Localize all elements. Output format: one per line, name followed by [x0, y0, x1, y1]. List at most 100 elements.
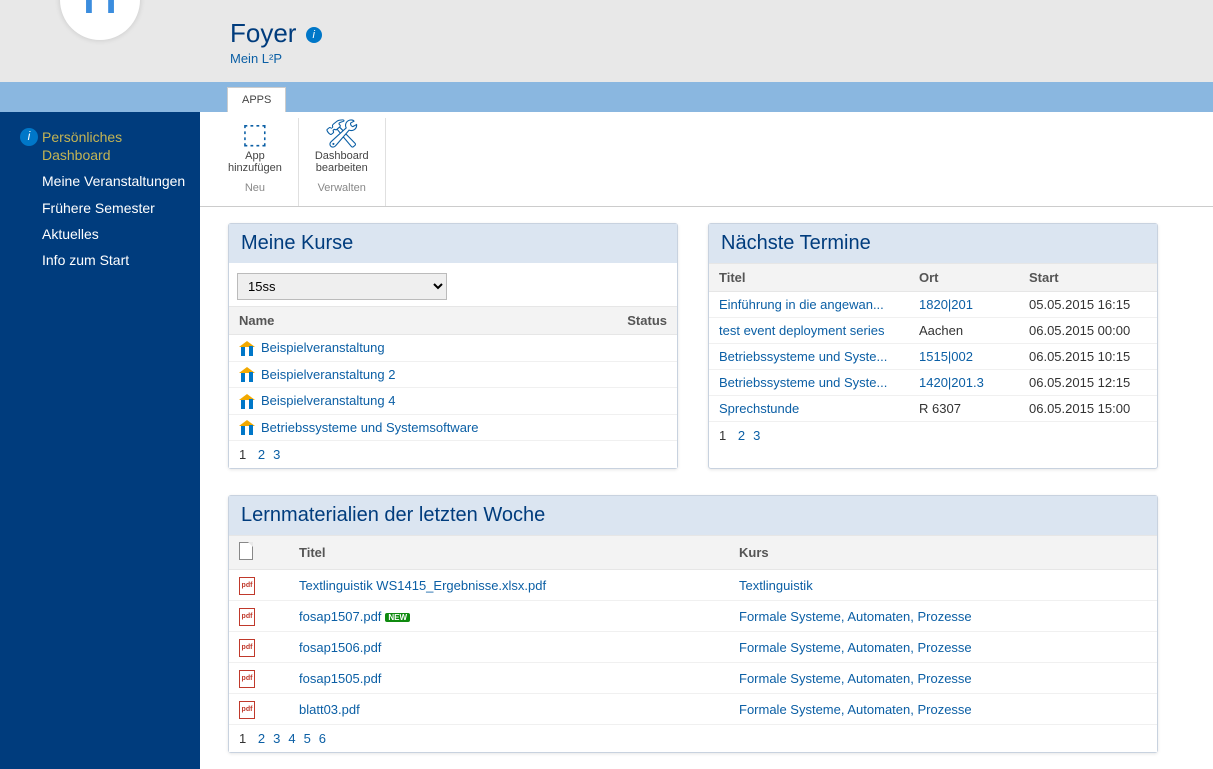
- sidebar: i Persönliches Dashboard Meine Veranstal…: [0, 112, 200, 769]
- termin-link[interactable]: Betriebssysteme und Syste...: [719, 375, 887, 390]
- table-row: SprechstundeR 630706.05.2015 15:00: [709, 396, 1157, 422]
- widget-termine: Nächste Termine Titel Ort Start Einführu…: [708, 223, 1158, 469]
- page-title-text: Foyer: [230, 18, 296, 48]
- pager-link[interactable]: 5: [304, 731, 311, 746]
- pager-link[interactable]: 3: [273, 447, 280, 462]
- course-icon: [239, 421, 255, 435]
- sidebar-item-dashboard[interactable]: i Persönliches Dashboard: [0, 124, 200, 168]
- table-row: fosap1507.pdfNEWFormale Systeme, Automat…: [229, 601, 1157, 632]
- kurs-link[interactable]: Formale Systeme, Automaten, Prozesse: [739, 702, 972, 717]
- kurs-link[interactable]: Formale Systeme, Automaten, Prozesse: [739, 671, 972, 686]
- kurse-pager: 1 23: [229, 441, 677, 468]
- pdf-icon: [239, 608, 255, 626]
- ribbon-label: bearbeiten: [316, 162, 368, 174]
- start-text: 06.05.2015 10:15: [1019, 344, 1157, 370]
- page-subtitle: Mein L²P: [230, 51, 1213, 66]
- pager-link[interactable]: 4: [288, 731, 295, 746]
- pager-link[interactable]: 6: [319, 731, 326, 746]
- pager-link[interactable]: 3: [273, 731, 280, 746]
- widget-meine-kurse: Meine Kurse 15ss Name Status: [228, 223, 678, 469]
- course-link[interactable]: Beispielveranstaltung 4: [261, 393, 395, 408]
- material-link[interactable]: fosap1506.pdf: [299, 640, 381, 655]
- pdf-icon: [239, 670, 255, 688]
- course-link[interactable]: Beispielveranstaltung 2: [261, 367, 395, 382]
- lern-table: Titel Kurs Textlinguistik WS1415_Ergebni…: [229, 535, 1157, 725]
- course-icon: [239, 395, 255, 409]
- course-link[interactable]: Betriebssysteme und Systemsoftware: [261, 420, 478, 435]
- top-nav-bar: APPS: [0, 82, 1213, 112]
- material-link[interactable]: fosap1507.pdf: [299, 609, 381, 624]
- pager-link[interactable]: 2: [258, 447, 265, 462]
- pager-current: 1: [719, 428, 726, 443]
- table-row: fosap1506.pdf Formale Systeme, Automaten,…: [229, 632, 1157, 663]
- table-row: Einführung in die angewan... 1820|201 05.0…: [709, 292, 1157, 318]
- lern-pager: 1 23456: [229, 725, 1157, 752]
- pager-link[interactable]: 3: [753, 428, 760, 443]
- kurs-link[interactable]: Textlinguistik: [739, 578, 813, 593]
- start-text: 05.05.2015 16:15: [1019, 292, 1157, 318]
- document-icon: [239, 542, 253, 560]
- table-row: Beispielveranstaltung: [229, 335, 677, 362]
- col-start: Start: [1019, 264, 1157, 292]
- course-icon: [239, 342, 255, 356]
- ort-text: Aachen: [919, 323, 963, 338]
- add-app-button[interactable]: ⬚ App hinzufügen: [224, 118, 286, 176]
- table-row: Betriebssysteme und Syste... 1515|002 06.0…: [709, 344, 1157, 370]
- sidebar-item-label: Persönliches Dashboard: [42, 128, 190, 164]
- sidebar-item-aktuelles[interactable]: Aktuelles: [0, 221, 200, 247]
- sidebar-item-fruehere-semester[interactable]: Frühere Semester: [0, 195, 200, 221]
- col-status: Status: [593, 307, 677, 335]
- ribbon: ⬚ App hinzufügen Neu 🛠 Dashboard bearbei…: [200, 112, 1213, 207]
- material-link[interactable]: fosap1505.pdf: [299, 671, 381, 686]
- col-titel: Titel: [709, 264, 909, 292]
- termin-link[interactable]: Betriebssysteme und Syste...: [719, 349, 887, 364]
- sidebar-item-label: Info zum Start: [42, 251, 129, 269]
- pager-current: 1: [239, 731, 246, 746]
- semester-select[interactable]: 15ss: [237, 273, 447, 300]
- kurs-link[interactable]: Formale Systeme, Automaten, Prozesse: [739, 609, 972, 624]
- table-row: test event deployment seriesAachen06.05.…: [709, 318, 1157, 344]
- table-row: Beispielveranstaltung 4: [229, 388, 677, 415]
- material-link[interactable]: Textlinguistik WS1415_Ergebnisse.xlsx.pd…: [299, 578, 546, 593]
- sidebar-item-info-start[interactable]: Info zum Start: [0, 247, 200, 273]
- edit-dashboard-icon: 🛠: [324, 120, 360, 148]
- course-link[interactable]: Beispielveranstaltung: [261, 340, 385, 355]
- material-link[interactable]: blatt03.pdf: [299, 702, 360, 717]
- ribbon-label: Dashboard: [315, 150, 369, 162]
- tab-apps[interactable]: APPS: [227, 87, 286, 112]
- info-icon: i: [20, 128, 38, 146]
- termin-link[interactable]: Sprechstunde: [719, 401, 799, 416]
- kurs-link[interactable]: Formale Systeme, Automaten, Prozesse: [739, 640, 972, 655]
- termin-link[interactable]: Einführung in die angewan...: [719, 297, 884, 312]
- pdf-icon: [239, 639, 255, 657]
- ort-link[interactable]: 1820|201: [919, 297, 973, 312]
- ort-link[interactable]: 1420|201.3: [919, 375, 984, 390]
- table-row: blatt03.pdf Formale Systeme, Automaten, P…: [229, 694, 1157, 725]
- ribbon-label: hinzufügen: [228, 162, 282, 174]
- col-doctype: [229, 536, 289, 570]
- edit-dashboard-button[interactable]: 🛠 Dashboard bearbeiten: [311, 118, 373, 176]
- info-icon[interactable]: i: [306, 27, 322, 43]
- termin-link[interactable]: test event deployment series: [719, 323, 884, 338]
- pager-link[interactable]: 2: [738, 428, 745, 443]
- ort-link[interactable]: 1515|002: [919, 349, 973, 364]
- pager-current: 1: [239, 447, 246, 462]
- table-row: Beispielveranstaltung 2: [229, 361, 677, 388]
- widget-lernmaterialien: Lernmaterialien der letzten Woche Titel …: [228, 495, 1158, 753]
- kurse-table: Name Status BeispielveranstaltungBeispie…: [229, 306, 677, 441]
- col-kurs: Kurs: [729, 536, 1157, 570]
- termine-pager: 1 23: [709, 422, 1157, 449]
- pager-link[interactable]: 2: [258, 731, 265, 746]
- table-row: Betriebssysteme und Systemsoftware: [229, 414, 677, 441]
- sidebar-item-meine-veranstaltungen[interactable]: Meine Veranstaltungen: [0, 168, 200, 194]
- sidebar-item-label: Frühere Semester: [42, 199, 155, 217]
- col-ort: Ort: [909, 264, 1019, 292]
- sidebar-item-label: Aktuelles: [42, 225, 99, 243]
- col-titel: Titel: [289, 536, 729, 570]
- widget-title-lern: Lernmaterialien der letzten Woche: [229, 496, 1157, 535]
- widget-title-termine: Nächste Termine: [709, 224, 1157, 263]
- pdf-icon: [239, 577, 255, 595]
- ribbon-group-new: Neu: [224, 180, 286, 198]
- pdf-icon: [239, 701, 255, 719]
- course-icon: [239, 368, 255, 382]
